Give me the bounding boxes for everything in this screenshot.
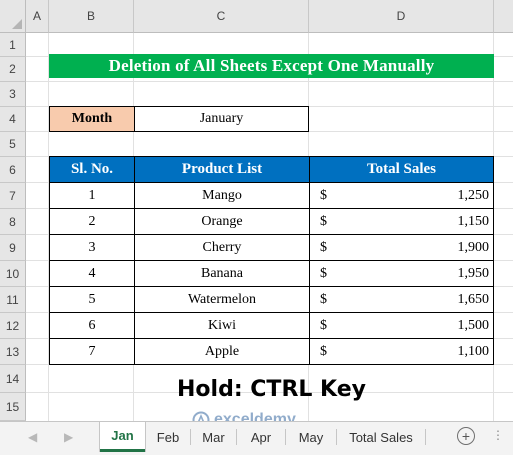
row-header[interactable]: 13	[0, 339, 26, 365]
column-header-e[interactable]	[494, 0, 513, 33]
product-cell[interactable]: Apple	[134, 338, 310, 365]
row-header[interactable]: 11	[0, 287, 26, 313]
product-cell[interactable]: Watermelon	[134, 286, 310, 313]
sheet-tab-may[interactable]: May	[286, 422, 336, 452]
currency-symbol: $	[320, 317, 327, 333]
row-header[interactable]: 9	[0, 235, 26, 261]
column-header-b[interactable]: B	[49, 0, 134, 33]
month-value-cell[interactable]: January	[134, 106, 309, 132]
sales-value: 1,150	[457, 213, 490, 229]
sales-cell[interactable]: $1,950	[309, 260, 494, 287]
currency-symbol: $	[320, 187, 327, 203]
sales-cell[interactable]: $1,500	[309, 312, 494, 339]
row-header[interactable]: 8	[0, 209, 26, 235]
sales-value: 1,650	[457, 291, 490, 307]
row-header[interactable]: 15	[0, 393, 26, 421]
currency-symbol: $	[320, 291, 327, 307]
sales-cell[interactable]: $1,150	[309, 208, 494, 235]
sheet-tab-total-sales[interactable]: Total Sales	[337, 422, 425, 452]
select-all-corner[interactable]	[0, 0, 26, 33]
scroll-tabs-left-icon[interactable]: ◀	[28, 430, 37, 444]
row-header[interactable]: 2	[0, 57, 26, 82]
row-header[interactable]: 6	[0, 157, 26, 183]
header-product-list[interactable]: Product List	[134, 156, 310, 183]
sales-cell[interactable]: $1,250	[309, 182, 494, 209]
row-header[interactable]: 7	[0, 183, 26, 209]
more-options-icon[interactable]: ⋮	[492, 428, 505, 442]
column-header-c[interactable]: C	[134, 0, 309, 33]
sales-cell[interactable]: $1,100	[309, 338, 494, 365]
product-cell[interactable]: Banana	[134, 260, 310, 287]
sl-no-cell[interactable]: 3	[49, 234, 135, 261]
select-all-triangle-icon	[12, 19, 22, 29]
hold-ctrl-note: Hold: CTRL Key	[177, 376, 366, 402]
sl-no-cell[interactable]: 5	[49, 286, 135, 313]
product-cell[interactable]: Kiwi	[134, 312, 310, 339]
sheet-tab-feb[interactable]: Feb	[146, 422, 190, 452]
row-header[interactable]: 1	[0, 33, 26, 57]
row-header[interactable]: 10	[0, 261, 26, 287]
scroll-tabs-right-icon[interactable]: ▶	[64, 430, 73, 444]
header-total-sales[interactable]: Total Sales	[309, 156, 494, 183]
sales-cell[interactable]: $1,650	[309, 286, 494, 313]
sales-value: 1,500	[457, 317, 490, 333]
month-label-cell[interactable]: Month	[49, 106, 135, 132]
sales-value: 1,100	[457, 343, 490, 359]
currency-symbol: $	[320, 343, 327, 359]
sheet-title[interactable]: Deletion of All Sheets Except One Manual…	[49, 54, 494, 78]
header-sl-no[interactable]: Sl. No.	[49, 156, 135, 183]
sales-value: 1,950	[457, 265, 490, 281]
currency-symbol: $	[320, 265, 327, 281]
row-header[interactable]: 12	[0, 313, 26, 339]
product-cell[interactable]: Mango	[134, 182, 310, 209]
sl-no-cell[interactable]: 7	[49, 338, 135, 365]
sheet-tab-bar: ◀ ▶ Jan Feb Mar Apr May Total Sales + ⋮	[0, 421, 513, 455]
sales-cell[interactable]: $1,900	[309, 234, 494, 261]
product-cell[interactable]: Cherry	[134, 234, 310, 261]
row-header[interactable]: 4	[0, 107, 26, 132]
row-header[interactable]: 14	[0, 365, 26, 393]
currency-symbol: $	[320, 239, 327, 255]
row-header[interactable]: 3	[0, 82, 26, 107]
sheet-tab-mar[interactable]: Mar	[191, 422, 236, 452]
sheet-tab-jan[interactable]: Jan	[100, 422, 145, 452]
column-header-d[interactable]: D	[309, 0, 494, 33]
column-header-a[interactable]: A	[26, 0, 49, 33]
add-sheet-icon[interactable]: +	[457, 427, 475, 445]
sl-no-cell[interactable]: 6	[49, 312, 135, 339]
row-header[interactable]: 5	[0, 132, 26, 157]
product-cell[interactable]: Orange	[134, 208, 310, 235]
currency-symbol: $	[320, 213, 327, 229]
sales-value: 1,900	[457, 239, 490, 255]
sl-no-cell[interactable]: 4	[49, 260, 135, 287]
sheet-tab-apr[interactable]: Apr	[237, 422, 285, 452]
sl-no-cell[interactable]: 1	[49, 182, 135, 209]
sales-value: 1,250	[457, 187, 490, 203]
sl-no-cell[interactable]: 2	[49, 208, 135, 235]
